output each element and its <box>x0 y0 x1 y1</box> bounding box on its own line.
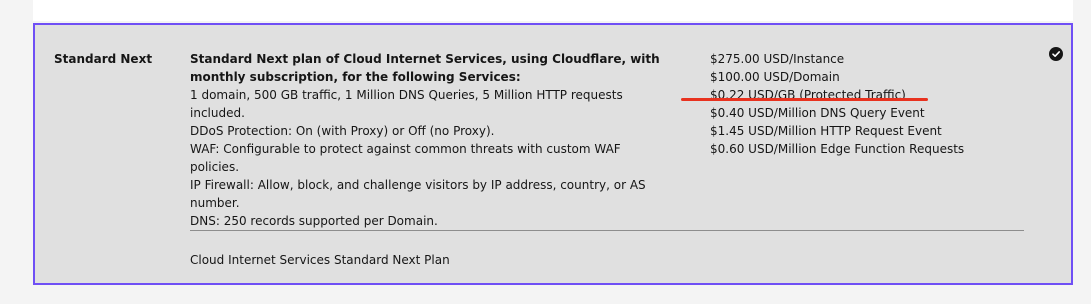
plan-name: Standard Next <box>54 52 153 66</box>
plan-description-title: Standard Next plan of Cloud Internet Ser… <box>190 52 660 84</box>
plan-description-line: DNS: 250 records supported per Domain. <box>190 214 438 228</box>
previous-plan-tile[interactable] <box>33 0 1073 21</box>
price-http-request: $1.45 USD/Million HTTP Request Event <box>710 124 942 138</box>
price-instance: $275.00 USD/Instance <box>710 52 845 66</box>
price-dns-query: $0.40 USD/Million DNS Query Event <box>710 106 925 120</box>
plan-description-line: WAF: Configurable to protect against com… <box>190 142 621 174</box>
plan-description: Standard Next plan of Cloud Internet Ser… <box>190 50 665 230</box>
checkmark-filled-icon <box>1049 47 1063 61</box>
plan-description-line: IP Firewall: Allow, block, and challenge… <box>190 178 646 210</box>
plan-description-line: DDoS Protection: On (with Proxy) or Off … <box>190 124 495 138</box>
price-domain: $100.00 USD/Domain <box>710 70 840 84</box>
red-annotation-underline <box>681 98 928 101</box>
divider <box>190 230 1024 231</box>
plan-description-line: 1 domain, 500 GB traffic, 1 Million DNS … <box>190 88 623 120</box>
plan-pricing: $275.00 USD/Instance $100.00 USD/Domain … <box>710 50 1010 158</box>
price-edge-function: $0.60 USD/Million Edge Function Requests <box>710 142 965 156</box>
plan-tile-standard-next[interactable]: Standard Next Standard Next plan of Clou… <box>33 23 1073 285</box>
plan-footer-label: Cloud Internet Services Standard Next Pl… <box>190 253 450 267</box>
price-protected-traffic: $0.22 USD/GB (Protected Traffic) <box>710 88 906 102</box>
